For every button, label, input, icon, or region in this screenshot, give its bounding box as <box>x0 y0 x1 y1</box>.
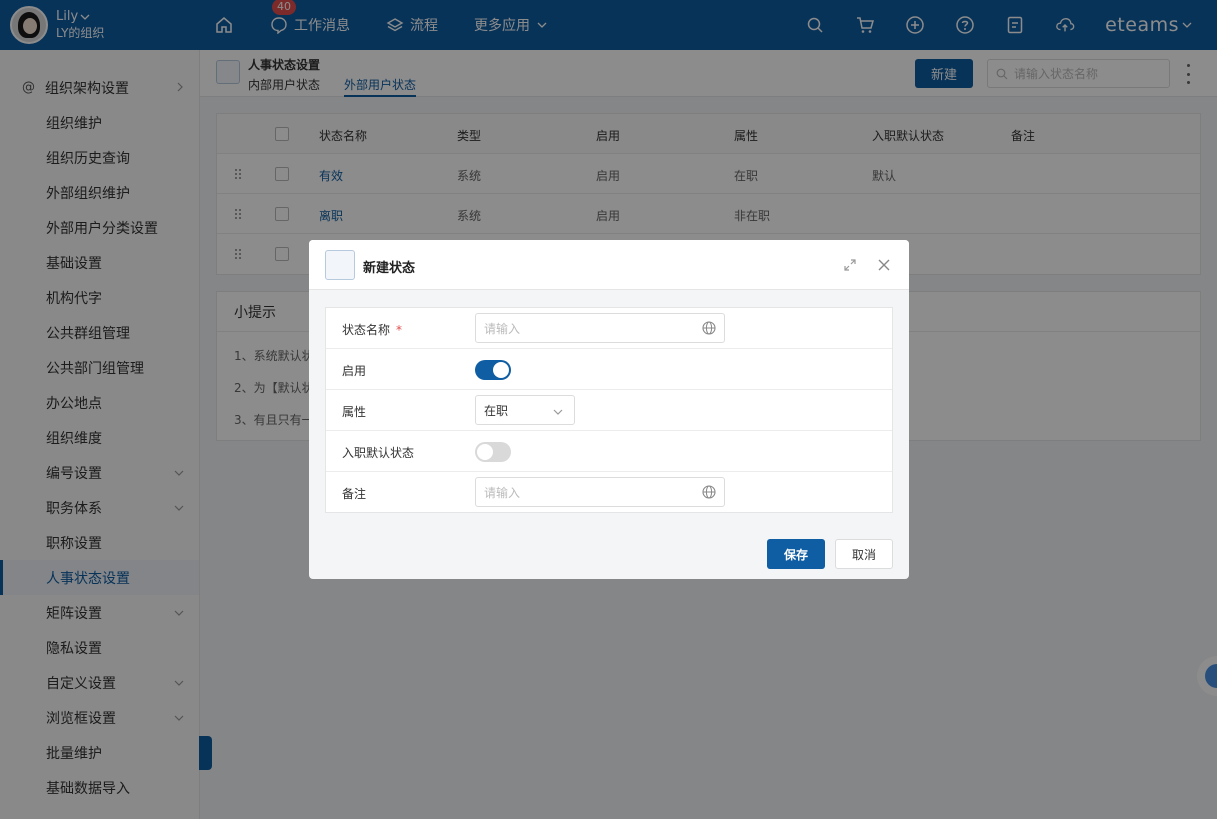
form-row-default: 入职默认状态 <box>326 431 892 472</box>
note-placeholder: 请输入 <box>484 485 521 500</box>
cancel-button[interactable]: 取消 <box>835 539 893 569</box>
default-status-label: 入职默认状态 <box>342 446 415 460</box>
expand-icon[interactable] <box>843 258 857 272</box>
attribute-select[interactable]: 在职 <box>475 395 575 425</box>
attribute-value: 在职 <box>484 403 509 418</box>
form-row-attribute: 属性 在职 <box>326 390 892 431</box>
status-form: 状态名称 * 请输入 启用 属性 在职 入职默认状态 备注 请输入 <box>325 307 893 513</box>
note-input[interactable]: 请输入 <box>475 477 725 507</box>
new-status-dialog: 新建状态 状态名称 * 请输入 启用 属性 在职 入职默认状态 备注 请输入 保… <box>309 240 909 579</box>
chevron-down-icon <box>553 409 563 415</box>
form-row-name: 状态名称 * 请输入 <box>326 308 892 349</box>
note-label: 备注 <box>342 487 367 501</box>
dialog-title: 新建状态 <box>363 261 416 276</box>
globe-icon[interactable] <box>702 321 716 335</box>
form-row-enable: 启用 <box>326 349 892 390</box>
status-name-label: 状态名称 <box>342 323 391 337</box>
close-icon[interactable] <box>877 258 891 272</box>
form-row-note: 备注 请输入 <box>326 472 892 513</box>
attribute-label: 属性 <box>342 405 367 419</box>
save-button[interactable]: 保存 <box>767 539 825 569</box>
required-mark: * <box>396 323 403 337</box>
globe-icon[interactable] <box>702 485 716 499</box>
default-status-toggle[interactable] <box>475 442 511 462</box>
enable-label: 启用 <box>342 364 367 378</box>
enable-toggle[interactable] <box>475 360 511 380</box>
status-name-placeholder: 请输入 <box>484 321 521 336</box>
dialog-icon <box>325 250 355 280</box>
status-name-input[interactable]: 请输入 <box>475 313 725 343</box>
